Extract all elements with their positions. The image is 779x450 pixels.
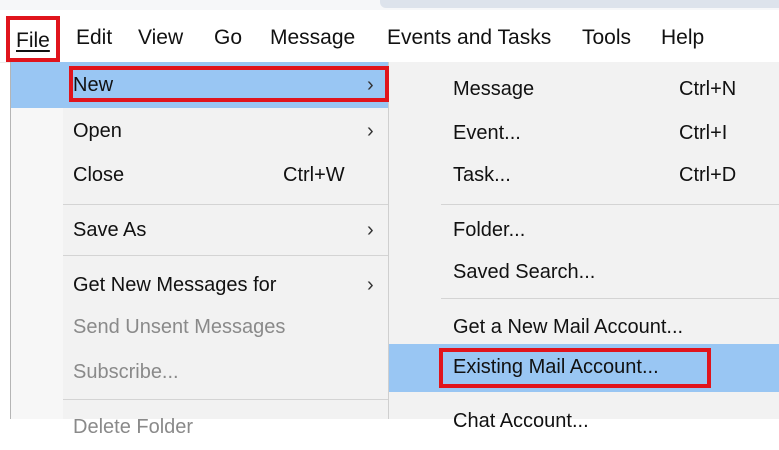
menu-item-delete-folder-label: Delete Folder — [73, 416, 194, 438]
menu-help[interactable]: Help — [661, 24, 704, 52]
menu-item-delete-folder[interactable]: Delete Folder — [11, 404, 388, 450]
menu-go-label: Go — [214, 26, 243, 49]
submenu-item-task-shortcut: Ctrl+D — [679, 164, 737, 186]
submenu-item-event-shortcut: Ctrl+I — [679, 122, 728, 144]
menu-item-close[interactable]: Close Ctrl+W — [11, 152, 388, 198]
submenu-item-chat-account-label: Chat Account... — [453, 410, 589, 432]
tab-strip — [380, 0, 779, 8]
menu-item-send-unsent-messages: Send Unsent Messages — [11, 304, 388, 350]
menu-tools[interactable]: Tools — [582, 24, 631, 52]
menu-item-save-as-label: Save As — [73, 219, 147, 241]
submenu-item-task-label: Task... — [453, 164, 511, 186]
menu-item-save-as[interactable]: Save As › — [11, 207, 388, 253]
menu-item-send-unsent-messages-label: Send Unsent Messages — [73, 316, 286, 338]
menu-item-get-new-messages-for-label: Get New Messages for — [73, 274, 277, 296]
menu-separator — [63, 399, 388, 400]
menu-separator — [441, 298, 779, 299]
new-submenu: Message Ctrl+N Event... Ctrl+I Task... C… — [389, 62, 779, 432]
submenu-item-task[interactable]: Task... Ctrl+D — [389, 152, 779, 198]
file-menu-dropdown: New › Open › Close Ctrl+W Save As › Get … — [10, 62, 389, 438]
submenu-item-folder-label: Folder... — [453, 219, 526, 241]
menu-item-subscribe: Subscribe... — [11, 349, 388, 395]
menu-separator — [63, 204, 388, 205]
submenu-item-chat-account[interactable]: Chat Account... — [389, 398, 779, 444]
menu-message-label: Message — [270, 26, 356, 49]
submenu-item-folder[interactable]: Folder... — [389, 207, 779, 253]
submenu-item-saved-search[interactable]: Saved Search... — [389, 249, 779, 295]
menu-item-open[interactable]: Open › — [11, 108, 388, 154]
chevron-right-icon: › — [367, 120, 374, 142]
menu-item-close-shortcut: Ctrl+W — [283, 164, 345, 186]
menu-separator — [63, 255, 388, 256]
menu-file[interactable]: File — [6, 16, 60, 62]
menu-item-subscribe-label: Subscribe... — [73, 361, 179, 383]
menu-separator — [441, 204, 779, 205]
menu-item-open-label: Open — [73, 120, 122, 142]
menu-edit-label: Edit — [76, 26, 113, 49]
menu-go[interactable]: Go — [214, 24, 242, 52]
submenu-item-event-label: Event... — [453, 122, 521, 144]
submenu-item-message-label: Message — [453, 78, 535, 100]
submenu-item-message[interactable]: Message Ctrl+N — [389, 66, 779, 112]
menubar: File Edit View Go Message Events and Tas… — [0, 10, 779, 63]
menu-help-label: Help — [661, 26, 705, 49]
annotation-highlight-box — [439, 348, 711, 388]
chevron-right-icon: › — [367, 274, 374, 296]
menu-message[interactable]: Message — [270, 24, 355, 52]
menu-tools-label: Tools — [582, 26, 632, 49]
annotation-highlight-box — [69, 66, 389, 102]
submenu-item-existing-mail-account[interactable]: Existing Mail Account... — [389, 344, 779, 392]
submenu-item-saved-search-label: Saved Search... — [453, 261, 596, 283]
window-top-strip — [0, 0, 779, 10]
menu-view[interactable]: View — [138, 24, 183, 52]
submenu-item-event[interactable]: Event... Ctrl+I — [389, 110, 779, 156]
submenu-item-message-shortcut: Ctrl+N — [679, 78, 737, 100]
menu-file-label: File — [16, 29, 50, 52]
menu-events-and-tasks-label: Events and Tasks — [387, 26, 552, 49]
menu-item-close-label: Close — [73, 164, 125, 186]
menu-edit[interactable]: Edit — [76, 24, 112, 52]
menu-item-get-new-messages-for[interactable]: Get New Messages for › — [11, 262, 388, 308]
chevron-right-icon: › — [367, 219, 374, 241]
menu-view-label: View — [138, 26, 184, 49]
menu-events-and-tasks[interactable]: Events and Tasks — [387, 24, 551, 52]
menu-item-new[interactable]: New › — [11, 62, 389, 108]
